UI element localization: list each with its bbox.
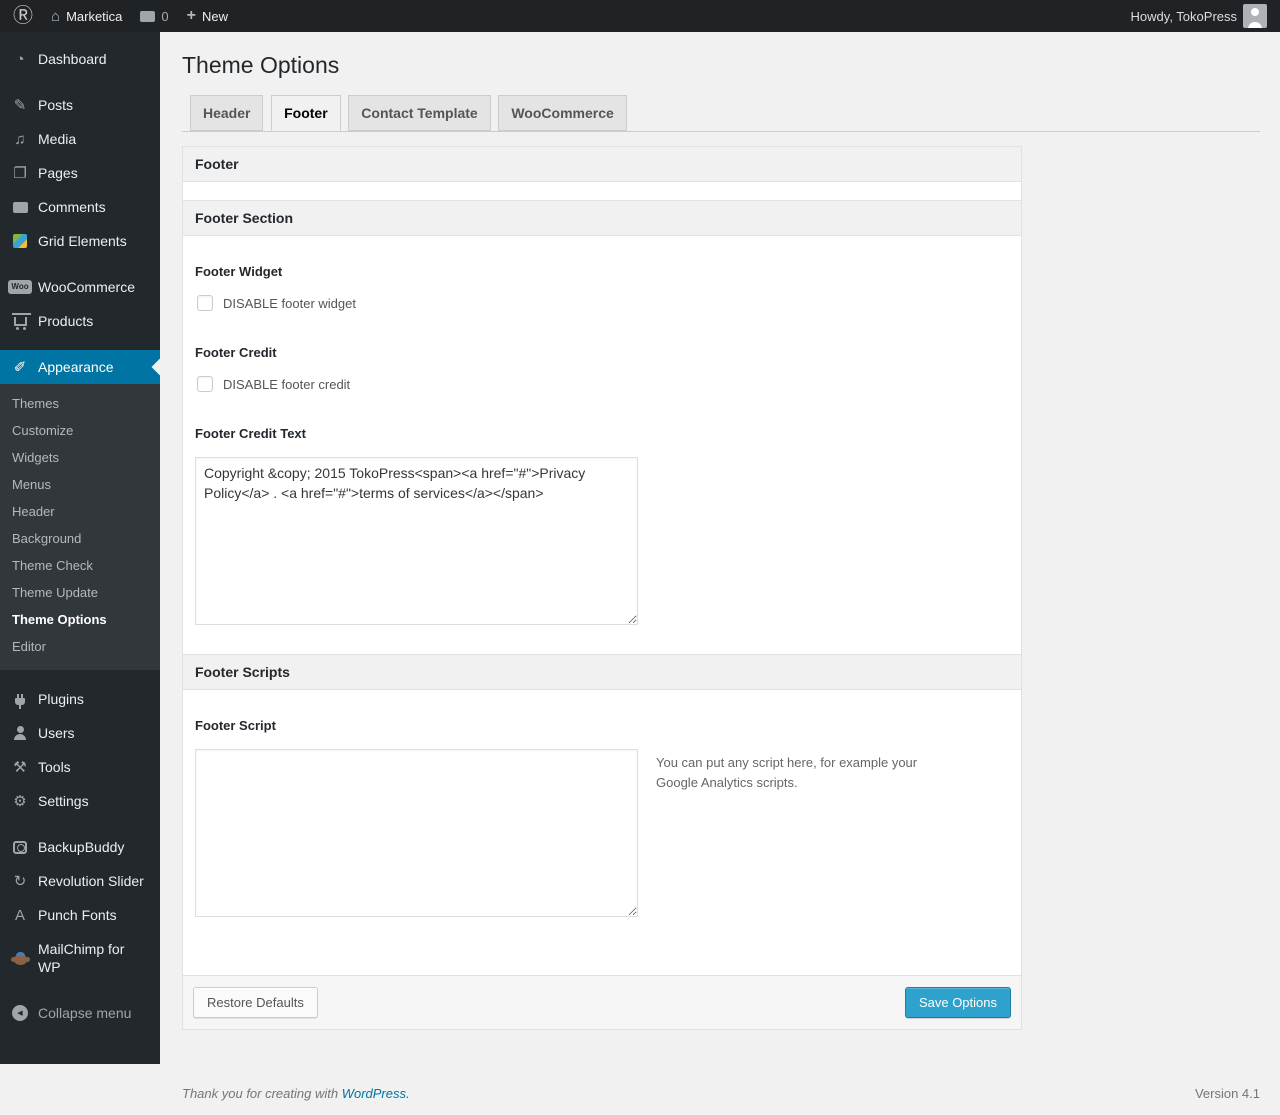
home-icon: ⌂ (51, 9, 60, 24)
sidebar-item-pages[interactable]: ❐ Pages (0, 156, 160, 190)
submenu-item-editor[interactable]: Editor (0, 633, 160, 660)
submenu-item-theme-update[interactable]: Theme Update (0, 579, 160, 606)
collapse-arrow-icon: ◀ (10, 1005, 30, 1021)
sidebar-item-grid-elements[interactable]: Grid Elements (0, 224, 160, 258)
submenu-item-themes[interactable]: Themes (0, 390, 160, 417)
new-label: New (202, 9, 228, 24)
plus-icon: + (187, 8, 196, 24)
woocommerce-icon: Woo (10, 280, 30, 294)
sidebar-item-woocommerce[interactable]: Woo WooCommerce (0, 270, 160, 304)
footer-widget-label: Footer Widget (195, 264, 1009, 279)
footer-credit-label: Footer Credit (195, 345, 1009, 360)
sidebar-item-mailchimp[interactable]: MailChimp for WP (0, 932, 160, 984)
howdy-text: Howdy, TokoPress (1131, 9, 1237, 24)
plugin-icon (10, 694, 30, 705)
admin-sidebar: ◔ Dashboard ✎ Posts ♫ Media ❐ Pages Comm… (0, 32, 160, 1064)
wordpress-link[interactable]: WordPress. (342, 1086, 410, 1101)
sidebar-item-settings[interactable]: ⚙ Settings (0, 784, 160, 818)
submenu-item-customize[interactable]: Customize (0, 417, 160, 444)
tab-contact-template[interactable]: Contact Template (348, 95, 490, 131)
footer-thanks-text: Thank you for creating with WordPress. (182, 1086, 410, 1101)
footer-script-label: Footer Script (195, 718, 1009, 733)
users-icon (10, 726, 30, 740)
admin-footer: Thank you for creating with WordPress. V… (182, 1086, 1260, 1115)
sidebar-item-comments[interactable]: Comments (0, 190, 160, 224)
submenu-item-menus[interactable]: Menus (0, 471, 160, 498)
tab-footer[interactable]: Footer (271, 95, 341, 131)
sidebar-item-products[interactable]: Products (0, 304, 160, 338)
submenu-item-theme-check[interactable]: Theme Check (0, 552, 160, 579)
wordpress-logo-icon: Ⓡ (13, 6, 33, 26)
disable-footer-credit-label: DISABLE footer credit (223, 377, 350, 392)
sidebar-item-tools[interactable]: ⚒ Tools (0, 750, 160, 784)
main-content: Theme Options Header Footer Contact Temp… (160, 0, 1280, 1115)
comments-icon (10, 202, 30, 213)
submenu-item-theme-options[interactable]: Theme Options (0, 606, 160, 633)
comments-bubble-icon (140, 11, 155, 22)
sidebar-item-media[interactable]: ♫ Media (0, 122, 160, 156)
tools-wrench-icon: ⚒ (10, 760, 30, 775)
footer-credit-text-label: Footer Credit Text (195, 426, 1009, 441)
comments-shortcut[interactable]: 0 (140, 9, 168, 24)
wordpress-logo-menu[interactable]: Ⓡ (13, 6, 33, 26)
box-title-footer: Footer (183, 147, 1021, 182)
comments-count: 0 (161, 9, 168, 24)
submenu-item-header[interactable]: Header (0, 498, 160, 525)
submenu-item-widgets[interactable]: Widgets (0, 444, 160, 471)
theme-options-panel: Footer Footer Section Footer Widget DISA… (182, 146, 1022, 1030)
admin-bar: Ⓡ ⌂ Marketica 0 + New Howdy, TokoPress (0, 0, 1280, 32)
sidebar-item-punch-fonts[interactable]: A Punch Fonts (0, 898, 160, 932)
grid-elements-icon (10, 234, 30, 248)
page-title: Theme Options (182, 52, 1260, 79)
sidebar-item-collapse-menu[interactable]: ◀ Collapse menu (0, 996, 160, 1030)
backup-drive-icon (10, 841, 30, 854)
new-menu[interactable]: + New (187, 8, 228, 24)
pages-icon: ❐ (10, 166, 30, 181)
media-icon: ♫ (10, 132, 30, 147)
rotate-arrows-icon: ↻ (10, 874, 30, 889)
mailchimp-monkey-icon (10, 952, 30, 965)
disable-footer-credit-checkbox[interactable] (197, 376, 213, 392)
tab-header[interactable]: Header (190, 95, 263, 131)
dashboard-icon: ◔ (10, 52, 30, 67)
section-title-footer-section: Footer Section (183, 200, 1021, 236)
disable-footer-widget-label: DISABLE footer widget (223, 296, 356, 311)
restore-defaults-button[interactable]: Restore Defaults (193, 987, 318, 1018)
save-options-button[interactable]: Save Options (905, 987, 1011, 1018)
site-name: Marketica (66, 9, 122, 24)
appearance-brush-icon: ✐ (10, 360, 30, 375)
tab-bar: Header Footer Contact Template WooCommer… (182, 95, 1260, 132)
sidebar-item-plugins[interactable]: Plugins (0, 682, 160, 716)
footer-script-textarea[interactable] (195, 749, 638, 917)
sidebar-item-users[interactable]: Users (0, 716, 160, 750)
submenu-item-background[interactable]: Background (0, 525, 160, 552)
section-title-footer-scripts: Footer Scripts (183, 654, 1021, 690)
sidebar-item-revolution-slider[interactable]: ↻ Revolution Slider (0, 864, 160, 898)
footer-script-help-text: You can put any script here, for example… (656, 749, 956, 793)
panel-action-bar: Restore Defaults Save Options (183, 975, 1021, 1029)
tab-woocommerce[interactable]: WooCommerce (498, 95, 626, 131)
avatar (1243, 4, 1267, 28)
sidebar-item-appearance[interactable]: ✐ Appearance (0, 350, 160, 384)
sidebar-item-backupbuddy[interactable]: BackupBuddy (0, 830, 160, 864)
disable-footer-widget-checkbox[interactable] (197, 295, 213, 311)
sidebar-item-posts[interactable]: ✎ Posts (0, 88, 160, 122)
version-text: Version 4.1 (1195, 1086, 1260, 1101)
footer-scripts-body: Footer Script You can put any script her… (183, 690, 1021, 975)
footer-credit-text-textarea[interactable]: Copyright &copy; 2015 TokoPress<span><a … (195, 457, 638, 625)
account-menu[interactable]: Howdy, TokoPress (1131, 4, 1267, 28)
site-link[interactable]: ⌂ Marketica (51, 9, 122, 24)
appearance-submenu: Themes Customize Widgets Menus Header Ba… (0, 384, 160, 670)
letter-a-icon: A (10, 908, 30, 923)
pin-icon: ✎ (10, 98, 30, 113)
footer-section-body: Footer Widget DISABLE footer widget Foot… (183, 236, 1021, 654)
settings-icon: ⚙ (10, 794, 30, 809)
sidebar-item-dashboard[interactable]: ◔ Dashboard (0, 42, 160, 76)
cart-icon (10, 316, 30, 326)
